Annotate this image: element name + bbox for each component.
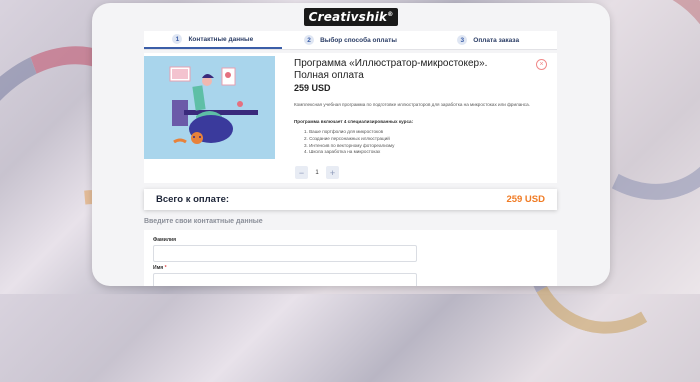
step-number: 1 — [172, 34, 183, 44]
contact-heading: Введите свои контактные данные — [144, 218, 263, 225]
product-price: 259 USD — [294, 83, 331, 93]
product-title: Программа «Иллюстратор-микростокер». Пол… — [294, 58, 488, 81]
step-payment-method[interactable]: 2 Выбор способа оплаты — [282, 31, 420, 49]
logo-mark: ® — [387, 11, 394, 18]
list-item: 4. Школа заработка на микростоках — [304, 149, 381, 155]
product-description: Комплексная учебная программа по подгото… — [294, 102, 530, 107]
quantity-value: 1 — [315, 169, 319, 176]
step-label: Оплата заказа — [473, 36, 520, 44]
increase-button[interactable]: + — [326, 166, 339, 179]
logo-text: Creativshik — [308, 10, 388, 24]
list-item: 1. Ваше портфолио для микростоков — [304, 129, 384, 134]
header: Creativshik® — [92, 3, 610, 31]
field-label-text: Фамилия — [153, 237, 176, 243]
step-label: Контактные данные — [188, 35, 254, 43]
contact-form: Фамилия Имя * — [144, 230, 557, 286]
quantity-stepper: − 1 + — [295, 166, 339, 179]
step-payment[interactable]: 3 Оплата заказа — [419, 31, 557, 49]
step-number: 3 — [457, 35, 468, 45]
total-value: 259 USD — [506, 194, 545, 205]
required-mark: * — [164, 265, 167, 271]
field-label-first-name: Имя * — [153, 265, 167, 271]
step-label: Выбор способа оплаты — [320, 36, 397, 44]
checkout-window: Creativshik® 1 Контактные данные 2 Выбор… — [92, 3, 610, 286]
first-name-field[interactable] — [153, 273, 417, 286]
last-name-field[interactable] — [153, 245, 417, 262]
course-list: 1. Ваше портфолио для микростоков 2. Соз… — [304, 129, 394, 156]
remove-item-icon[interactable]: × — [536, 59, 547, 70]
step-contact[interactable]: 1 Контактные данные — [144, 31, 282, 49]
field-label-text: Имя — [153, 265, 164, 271]
product-illustration — [144, 56, 275, 159]
logo[interactable]: Creativshik® — [303, 8, 399, 26]
includes-label: Программа включает 4 специализированных … — [294, 119, 414, 124]
list-item: 3. Интенсив по векторному фотореализму — [304, 142, 395, 148]
field-label-last-name: Фамилия — [153, 237, 176, 243]
total-label: Всего к оплате: — [156, 194, 230, 205]
list-item: 2. Создание персонажных иллюстраций — [304, 135, 390, 141]
step-number: 2 — [304, 35, 315, 45]
total-bar: Всего к оплате: 259 USD — [144, 189, 557, 210]
product-card: Программа «Иллюстратор-микростокер». Пол… — [144, 53, 557, 183]
checkout-steps: 1 Контактные данные 2 Выбор способа опла… — [144, 31, 557, 50]
decrease-button[interactable]: − — [295, 166, 308, 179]
